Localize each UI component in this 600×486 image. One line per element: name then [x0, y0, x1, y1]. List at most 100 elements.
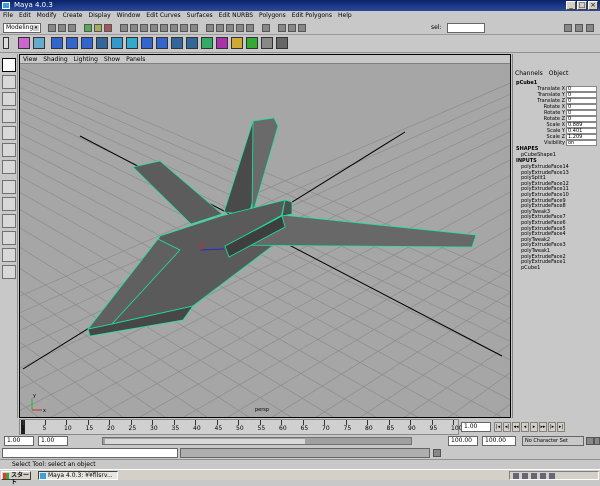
shelf-revolve-icon[interactable] [216, 37, 228, 49]
render-globals-icon[interactable] [298, 24, 306, 32]
toggle-channel-box-icon[interactable] [586, 24, 594, 32]
viewport-menu-lighting[interactable]: Lighting [71, 55, 101, 63]
shelf-nurbs-plane-icon[interactable] [111, 37, 123, 49]
shelf-poly-cone-icon[interactable] [186, 37, 198, 49]
menu-file[interactable]: File [0, 11, 16, 21]
animation-prefs-icon[interactable] [594, 437, 600, 445]
select-hierarchy-icon[interactable] [84, 24, 92, 32]
tray-app-icon[interactable] [540, 473, 546, 479]
play-backwards-icon[interactable]: ◂ [521, 422, 529, 432]
select-object-icon[interactable] [94, 24, 102, 32]
mask-curve-icon[interactable] [140, 24, 148, 32]
shelf-nurbs-cone-icon[interactable] [96, 37, 108, 49]
menu-edit[interactable]: Edit [16, 11, 34, 21]
menu-edit-nurbs[interactable]: Edit NURBS [216, 11, 256, 21]
close-button[interactable]: × [588, 1, 598, 10]
persp-graph-layout-icon[interactable] [2, 231, 16, 245]
tray-monitor-icon[interactable] [549, 473, 555, 479]
shelf-nurbs-torus-icon[interactable] [126, 37, 138, 49]
maximize-button[interactable]: □ [577, 1, 587, 10]
range-handle[interactable] [105, 439, 305, 444]
menu-set-dropdown[interactable]: Modeling ▾ [3, 23, 41, 33]
single-perspective-layout-icon[interactable] [2, 180, 16, 194]
mask-misc-icon[interactable] [190, 24, 198, 32]
shelf-poly-plane-icon[interactable] [201, 37, 213, 49]
menu-surfaces[interactable]: Surfaces [184, 11, 216, 21]
shelf-ep-curve-icon[interactable] [33, 37, 45, 49]
shelf-loft-icon[interactable] [231, 37, 243, 49]
character-set-dropdown[interactable]: No Character Set [522, 436, 584, 446]
time-slider-ruler[interactable]: 1 5 10 15 20 25 30 35 40 45 50 55 60 65 70 75 80 85 90 95 10… [19, 419, 462, 435]
channel-label[interactable]: Visibility [544, 140, 565, 147]
new-scene-icon[interactable] [48, 24, 56, 32]
perspective-viewport[interactable]: View Shading Lighting Show Panels y x pe… [19, 54, 511, 418]
shelf-menu-icon[interactable] [3, 37, 9, 49]
mask-joint-icon[interactable] [130, 24, 138, 32]
quick-select-field[interactable] [447, 23, 485, 33]
step-forward-key-icon[interactable]: ▸▸ [539, 422, 547, 432]
shelf-cv-curve-icon[interactable] [18, 37, 30, 49]
menu-window[interactable]: Window [114, 11, 144, 21]
tab-channels[interactable]: Channels [515, 70, 543, 77]
select-tool-icon[interactable] [2, 58, 16, 72]
last-tool-icon[interactable] [2, 160, 16, 174]
play-forwards-icon[interactable]: ▸ [530, 422, 538, 432]
toggle-tool-settings-icon[interactable] [575, 24, 583, 32]
shelf-poly-cube-icon[interactable] [156, 37, 168, 49]
anim-start-field[interactable]: 1.00 [4, 436, 34, 446]
input-node[interactable]: pCube1 [521, 265, 540, 271]
time-slider[interactable]: 1 5 10 15 20 25 30 35 40 45 50 55 60 65 70 75 80 85 90 95 10… [0, 419, 600, 435]
tray-speaker-icon[interactable] [513, 473, 519, 479]
shelf-nurbs-sphere-icon[interactable] [51, 37, 63, 49]
viewport-menu-show[interactable]: Show [101, 55, 123, 63]
select-component-icon[interactable] [104, 24, 112, 32]
script-editor-icon[interactable] [433, 449, 441, 457]
toggle-attribute-editor-icon[interactable] [564, 24, 572, 32]
shelf-planar-icon[interactable] [261, 37, 273, 49]
step-forward-icon[interactable]: |▸ [548, 422, 556, 432]
mask-dynamic-icon[interactable] [170, 24, 178, 32]
snap-curve-icon[interactable] [216, 24, 224, 32]
snap-view-plane-icon[interactable] [236, 24, 244, 32]
render-icon[interactable] [278, 24, 286, 32]
snap-point-icon[interactable] [226, 24, 234, 32]
menu-edit-polygons[interactable]: Edit Polygons [289, 11, 335, 21]
make-live-icon[interactable] [246, 24, 254, 32]
playback-end-field[interactable]: 100.00 [448, 436, 478, 446]
mask-handle-icon[interactable] [120, 24, 128, 32]
playback-start-field[interactable]: 1.00 [38, 436, 68, 446]
auto-key-icon[interactable] [586, 437, 594, 445]
menu-modify[interactable]: Modify [34, 11, 60, 21]
mask-surface-icon[interactable] [150, 24, 158, 32]
mask-deform-icon[interactable] [160, 24, 168, 32]
command-input[interactable] [2, 448, 178, 458]
menu-create[interactable]: Create [60, 11, 86, 21]
lasso-tool-icon[interactable] [2, 75, 16, 89]
viewport-canvas[interactable]: y x [20, 64, 510, 417]
step-back-icon[interactable]: ◂| [503, 422, 511, 432]
menu-edit-curves[interactable]: Edit Curves [143, 11, 183, 21]
current-frame-field[interactable]: 1.00 [461, 422, 491, 432]
shelf-bevel-icon[interactable] [276, 37, 288, 49]
open-scene-icon[interactable] [58, 24, 66, 32]
shelf-poly-cylinder-icon[interactable] [171, 37, 183, 49]
tab-object[interactable]: Object [549, 70, 569, 77]
menu-help[interactable]: Help [335, 11, 355, 21]
go-to-start-icon[interactable]: |◂ [494, 422, 502, 432]
viewport-menu-view[interactable]: View [20, 55, 40, 63]
channel-value-field[interactable]: on [566, 140, 597, 146]
menu-polygons[interactable]: Polygons [256, 11, 289, 21]
tray-ime-icon[interactable] [531, 473, 537, 479]
shelf-nurbs-cylinder-icon[interactable] [81, 37, 93, 49]
range-bar[interactable] [102, 437, 412, 445]
viewport-menu-panels[interactable]: Panels [123, 55, 148, 63]
go-to-end-icon[interactable]: ▸| [557, 422, 565, 432]
persp-outliner-layout-icon[interactable] [2, 214, 16, 228]
rotate-tool-icon[interactable] [2, 109, 16, 123]
menu-display[interactable]: Display [86, 11, 114, 21]
shelf-nurbs-cube-icon[interactable] [66, 37, 78, 49]
history-icon[interactable] [262, 24, 270, 32]
four-view-layout-icon[interactable] [2, 197, 16, 211]
tray-network-icon[interactable] [522, 473, 528, 479]
taskbar-maya-item[interactable]: Maya 4.0.3: ¥¥filsrv... [38, 471, 118, 480]
